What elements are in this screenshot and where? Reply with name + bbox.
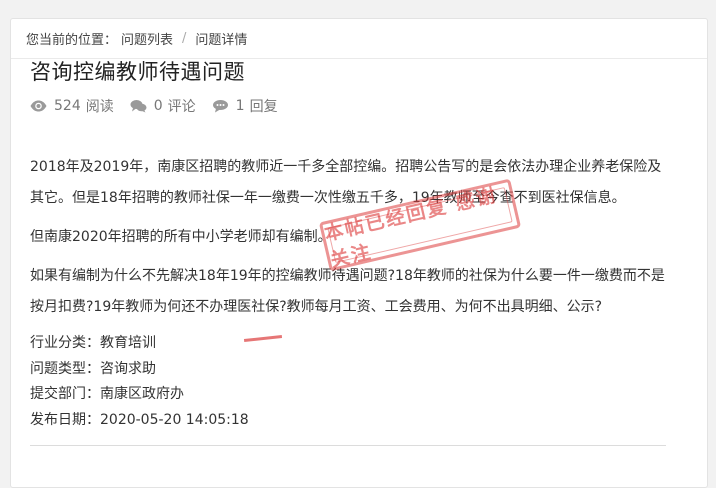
replies-count: 1 bbox=[235, 98, 245, 114]
comments-count: 0 bbox=[153, 98, 163, 114]
breadcrumb-link-question-list[interactable]: 问题列表 bbox=[121, 29, 173, 48]
reply-bubble-icon bbox=[212, 99, 229, 113]
date-row: 发布日期：2020-05-20 14:05:18 bbox=[30, 408, 670, 434]
comments-label: 评论 bbox=[167, 99, 196, 115]
divider bbox=[30, 445, 666, 446]
question-paragraph: 如果有编制为什么不先解决18年19年的控编教师待遇问题?18年教师的社保为什么要… bbox=[30, 268, 665, 315]
type-label: 问题类型： bbox=[30, 360, 100, 377]
page-title: 咨询控编教师待遇问题 bbox=[30, 60, 245, 84]
type-value: 咨询求助 bbox=[100, 360, 156, 377]
comment-bubbles-icon bbox=[130, 99, 147, 113]
department-label: 提交部门： bbox=[30, 386, 100, 402]
question-paragraph: 2018年及2019年，南康区招聘的教师近一千多全部控编。招聘公告写的是会依法办… bbox=[30, 159, 662, 206]
views-count: 524 bbox=[54, 98, 81, 114]
replies-stat[interactable]: 1 回复 bbox=[212, 96, 278, 116]
industry-row: 行业分类：教育培训 bbox=[30, 331, 670, 357]
department-value: 南康区政府办 bbox=[100, 386, 184, 402]
question-info: 行业分类：教育培训 问题类型：咨询求助 提交部门：南康区政府办 发布日期：202… bbox=[30, 331, 670, 433]
comments-stat[interactable]: 0 评论 bbox=[130, 96, 196, 116]
industry-value: 教育培训 bbox=[100, 335, 156, 351]
question-stats: 524 阅读 0 评论 1 回复 bbox=[30, 96, 670, 116]
replies-label: 回复 bbox=[249, 99, 278, 115]
breadcrumb-current-question-detail: 问题详情 bbox=[195, 33, 248, 48]
department-row: 提交部门：南康区政府办 bbox=[30, 382, 670, 408]
eye-icon bbox=[30, 99, 47, 113]
breadcrumb: 您当前的位置： 问题列表 / 问题详情 bbox=[11, 19, 707, 59]
breadcrumb-prefix: 您当前的位置： bbox=[26, 33, 118, 48]
date-value: 2020-05-20 14:05:18 bbox=[100, 411, 249, 428]
views-stat: 524 阅读 bbox=[30, 96, 114, 116]
industry-label: 行业分类： bbox=[30, 335, 100, 351]
type-row: 问题类型：咨询求助 bbox=[30, 357, 670, 383]
breadcrumb-separator: / bbox=[182, 31, 187, 46]
date-label: 发布日期： bbox=[30, 411, 100, 428]
views-label: 阅读 bbox=[85, 99, 114, 115]
